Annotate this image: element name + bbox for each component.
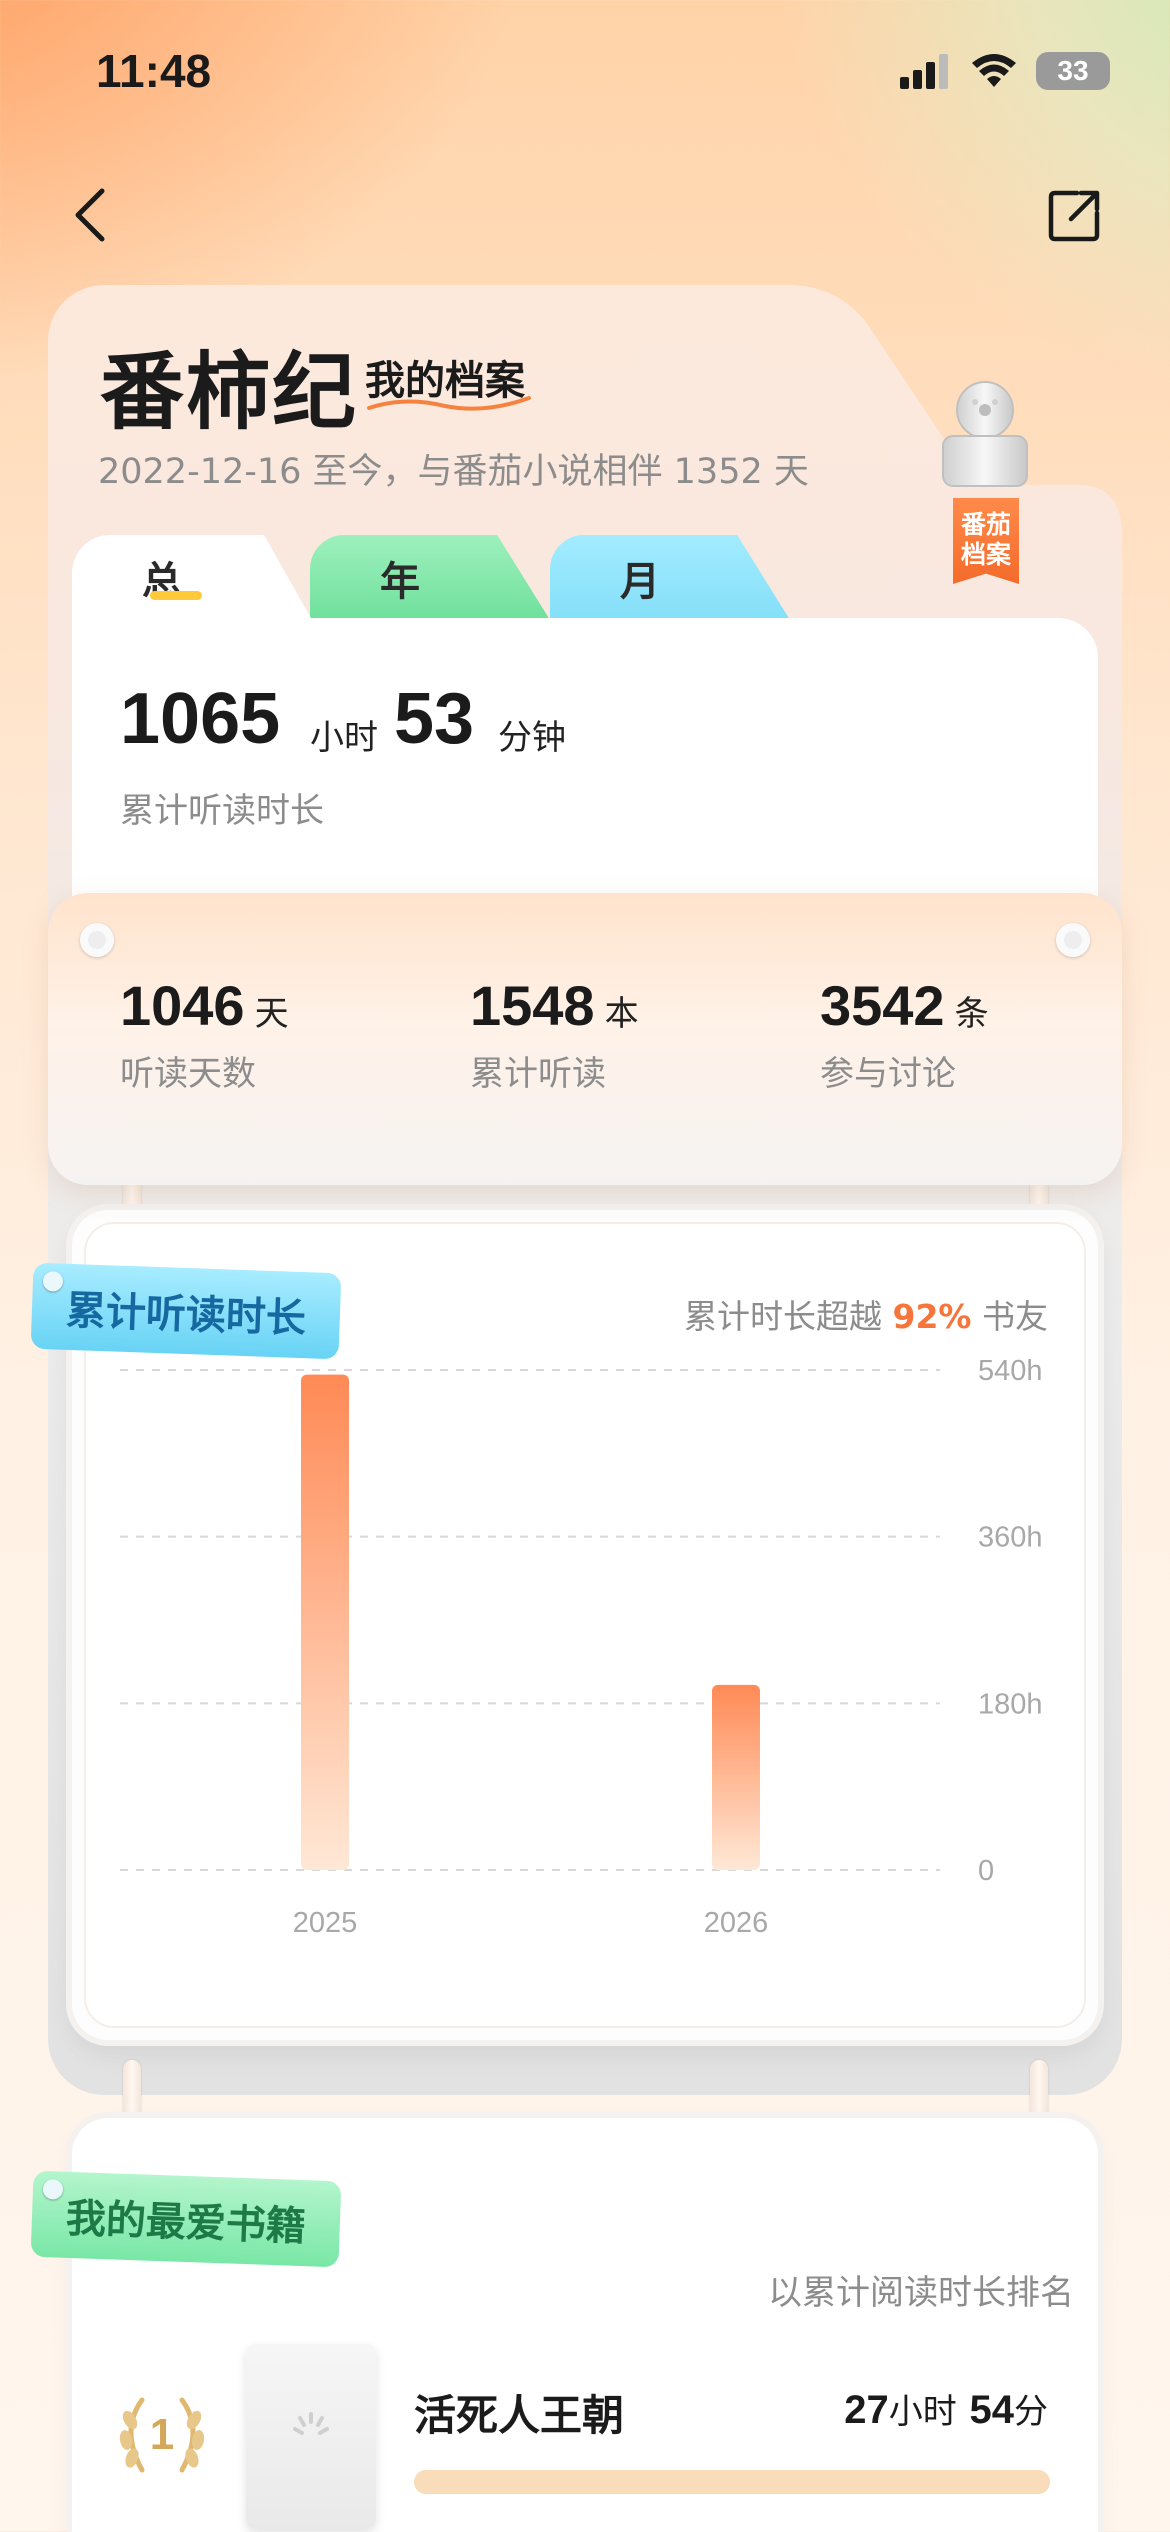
book-minutes-unit: 分 [1014,2392,1048,2432]
subtitle-underline [367,396,531,411]
book-cover[interactable] [246,2344,376,2529]
archive-badge-label: 番茄 档案 [953,498,1019,584]
cellular-signal-icon [900,54,948,89]
total-minutes: 53 [394,679,475,759]
total-minutes-unit: 分钟 [498,718,566,758]
note-suffix: 书友 [982,1297,1048,1336]
rank-number: 1 [149,2410,175,2459]
total-hours-unit: 小时 [310,718,378,758]
binder-clip-icon [942,381,1028,487]
chart-percentile-note: 累计时长超越 92% 书友 [684,1290,1048,1338]
stat-unit: 条 [954,994,989,1034]
total-duration-label: 累计听读时长 [120,791,324,831]
book-progress-bar [414,2470,1050,2494]
bar-2025 [301,1374,349,1870]
active-tab-indicator [150,591,202,600]
y-tick-label: 0 [978,1855,994,1887]
book-progress-fill [414,2470,1050,2494]
loading-spinner-icon [293,2412,329,2435]
chevron-left-icon [75,188,105,242]
archive-badge-text: 番茄 档案 [960,510,1011,569]
y-tick-label: 180h [978,1688,1043,1720]
wifi-icon [972,54,1016,87]
note-prefix: 累计时长超越 [684,1297,882,1336]
book-hours: 27 [844,2388,889,2432]
stat-discussions: 3542 条 参与讨论 [820,973,989,1095]
pin-icon [42,1270,64,1292]
pin-icon [42,2178,64,2200]
share-button[interactable] [1040,180,1110,250]
section-tag-label: 累计听读时长 [65,1287,307,1343]
rivet [1056,923,1090,957]
stat-value: 1046 [120,974,245,1037]
total-duration-card: 1065 小时 53 分钟 累计听读时长 [72,618,1098,918]
stat-label: 参与讨论 [820,1054,956,1094]
y-tick-label: 360h [978,1522,1043,1554]
stat-unit: 本 [604,994,639,1034]
stat-unit: 天 [254,994,289,1034]
back-button[interactable] [60,180,120,250]
stat-books-read: 1548 本 累计听读 [470,973,639,1095]
page-title: 番柿纪 [100,342,359,441]
status-bar: 11:48 33 [0,0,1170,140]
stat-reading-days: 1046 天 听读天数 [120,973,289,1095]
stat-label: 听读天数 [120,1054,256,1094]
rivet [80,923,114,957]
x-tick-label: 2025 [293,1907,358,1939]
share-icon [1048,190,1100,242]
book-minutes: 54 [969,2388,1015,2432]
battery-icon: 33 [1036,52,1110,90]
duration-bar-chart: 0 180h 360h 540h 2025 2026 [120,1355,1043,1939]
bar-2026 [712,1684,760,1870]
stat-value: 1548 [470,974,595,1037]
status-time: 11:48 [96,45,212,97]
favorites-ranking-note: 以累计阅读时长排名 [768,2273,1074,2313]
book-hours-unit: 小时 [888,2392,957,2432]
note-percent: 92% [892,1297,972,1336]
since-text: 2022-12-16 至今，与番茄小说相伴 1352 天 [98,452,809,492]
total-hours: 1065 [120,679,281,759]
book-title[interactable]: 活死人王朝 [414,2382,624,2443]
archive-clip-badge: 番茄 档案 [925,380,1045,590]
section-tag-duration: 累计听读时长 [30,1262,342,1360]
book-reading-time: 27小时 54分 [844,2384,1048,2433]
stats-strip: 1046 天 听读天数 1548 本 累计听读 3542 条 参与讨论 [48,893,1122,1185]
stat-label: 累计听读 [470,1054,606,1094]
rank-badge: 1 [112,2390,212,2480]
x-tick-label: 2026 [704,1907,769,1939]
stat-value: 3542 [820,974,945,1037]
section-tag-favorites: 我的最爱书籍 [30,2170,342,2268]
status-icons: 33 [900,52,1110,90]
section-tag-label: 我的最爱书籍 [65,2195,307,2251]
y-tick-label: 540h [978,1355,1043,1387]
